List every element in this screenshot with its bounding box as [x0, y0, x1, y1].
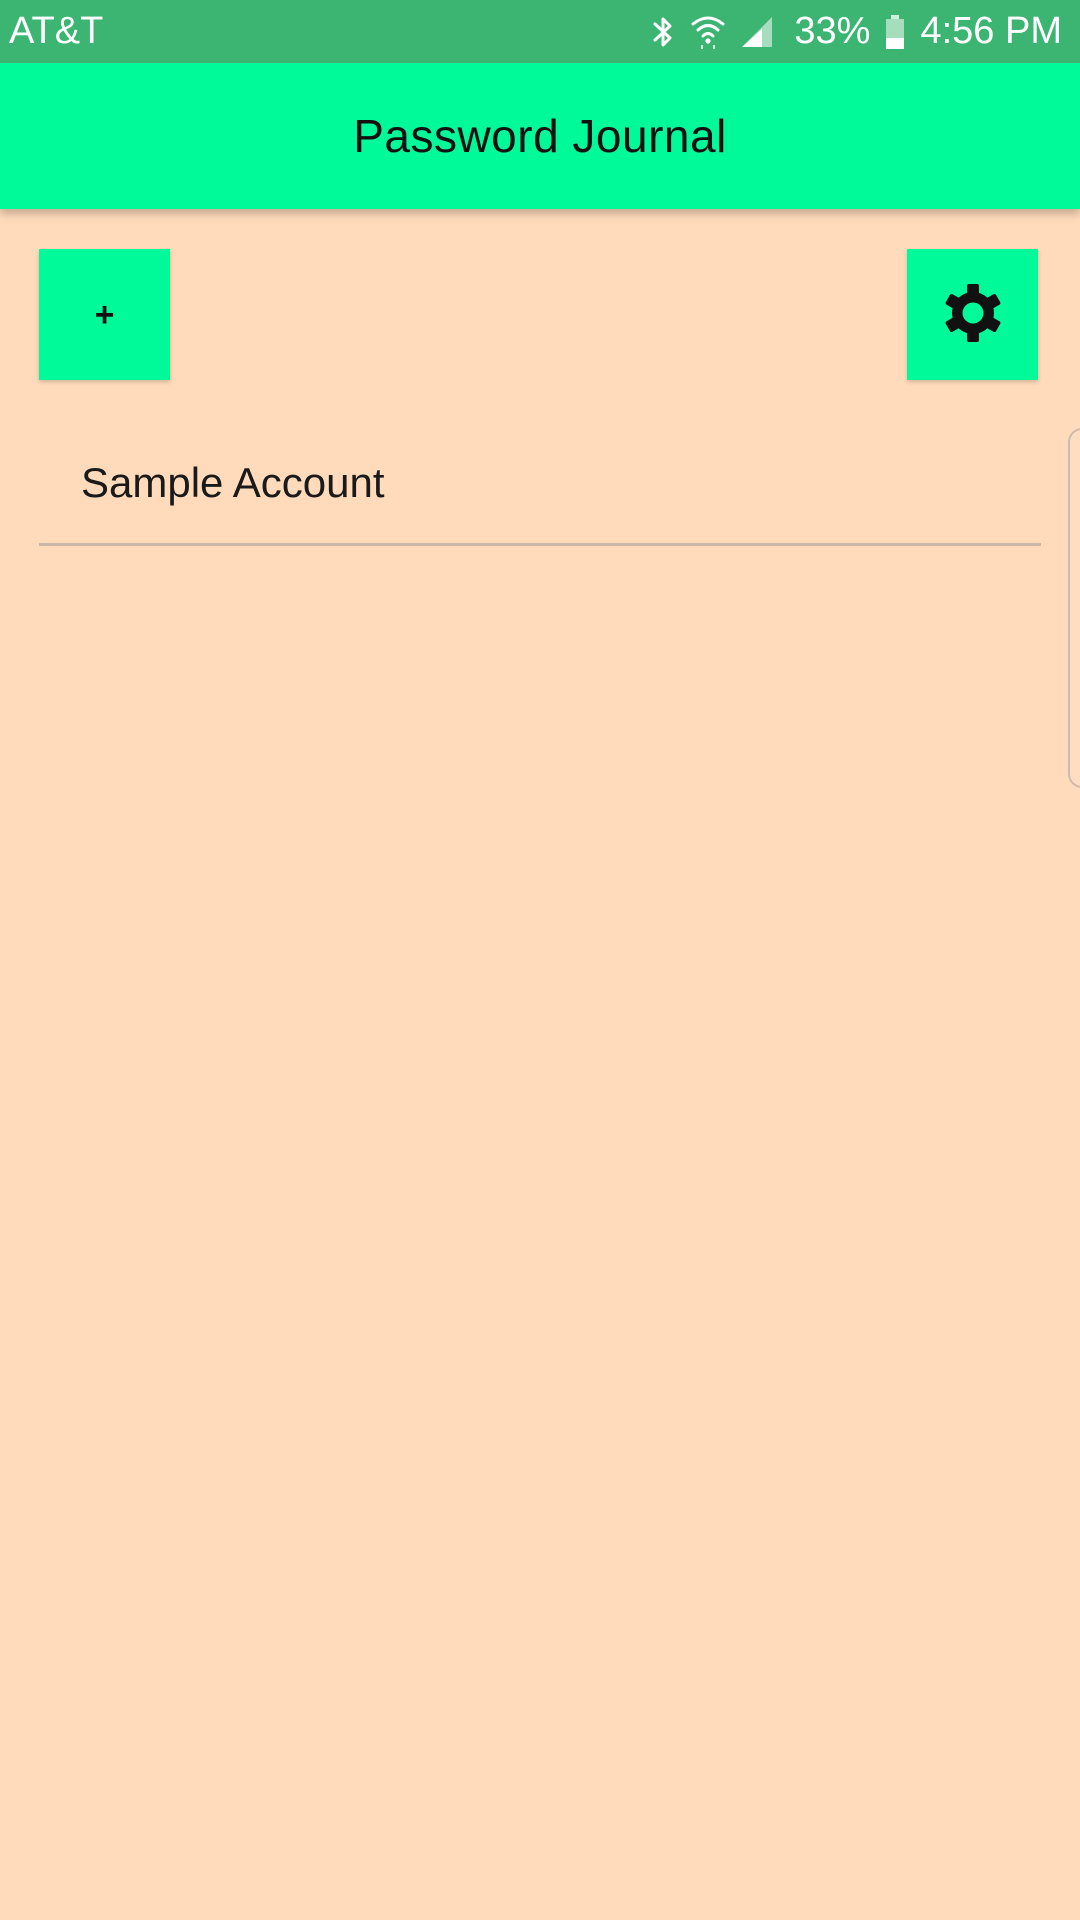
- wifi-icon: [690, 14, 726, 50]
- status-icons: 33% 4:56 PM: [650, 10, 1062, 53]
- add-account-button[interactable]: +: [39, 249, 170, 380]
- page-title: Password Journal: [353, 110, 727, 162]
- bluetooth-icon: [650, 14, 676, 50]
- account-list-item[interactable]: Sample Account: [39, 430, 1041, 546]
- status-bar: AT&T 33% 4:56 PM: [0, 0, 1080, 63]
- signal-icon: [740, 15, 776, 49]
- account-name: Sample Account: [81, 458, 385, 506]
- settings-button[interactable]: [907, 249, 1038, 380]
- clock: 4:56 PM: [920, 10, 1062, 52]
- edge-panel-handle[interactable]: [1068, 428, 1080, 788]
- carrier-label: AT&T: [9, 10, 104, 52]
- battery-icon: [884, 14, 906, 50]
- app-bar: Password Journal: [0, 63, 1080, 209]
- gear-icon: [942, 282, 1004, 347]
- plus-icon: +: [94, 295, 115, 334]
- app-screen: AT&T 33% 4:56 PM Password Journal + Samp…: [0, 0, 1080, 1920]
- battery-percent: 33%: [794, 10, 871, 52]
